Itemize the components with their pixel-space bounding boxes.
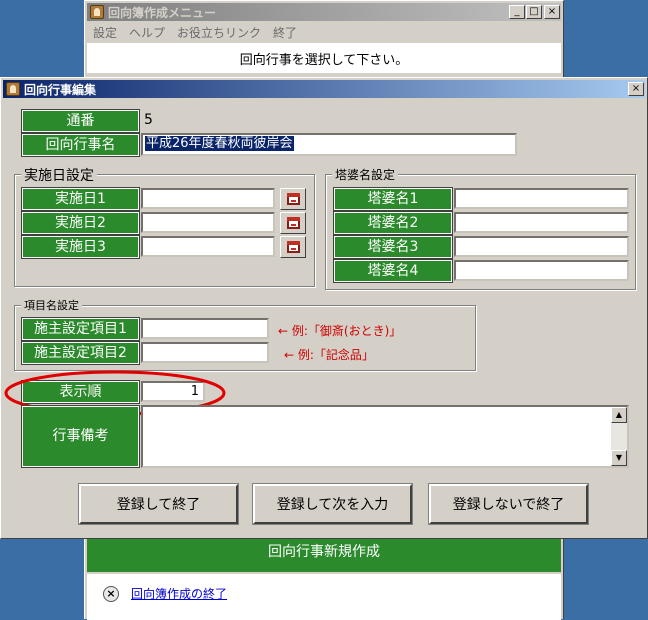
stupa2-label: 塔婆名2 <box>333 211 453 235</box>
close-circle-icon[interactable]: × <box>103 586 119 602</box>
exit-link[interactable]: 回向簿作成の終了 <box>131 585 227 602</box>
menu-exit[interactable]: 終了 <box>267 24 303 41</box>
stupa3-input[interactable] <box>454 236 629 257</box>
footer-panel: × 回向簿作成の終了 <box>87 574 561 620</box>
menu-window-title: 回向簿作成メニュー <box>108 5 217 20</box>
event-edit-dialog: 回向行事編集 × 通番 5 回向行事名 平成26年度春秋両彼岸会 実施日設定 実… <box>0 77 648 539</box>
dates-group-title: 実施日設定 <box>21 165 97 185</box>
menu-window-close-button[interactable]: × <box>544 5 560 19</box>
app-icon <box>90 5 104 19</box>
notes-textarea[interactable] <box>141 405 629 468</box>
date1-calendar-button[interactable] <box>280 188 306 210</box>
item1-example-hint: ← 例:「御斎(おとき)」 <box>278 324 402 338</box>
menu-window-titlebar[interactable]: 回向簿作成メニュー _ □ × <box>87 3 561 21</box>
notes-label: 行事備考 <box>21 405 140 468</box>
item1-input[interactable] <box>141 318 269 339</box>
items-group-title: 項目名設定 <box>21 297 82 313</box>
maximize-button[interactable]: □ <box>526 5 542 19</box>
menu-links[interactable]: お役立ちリンク <box>171 24 267 41</box>
date2-label: 実施日2 <box>21 211 140 235</box>
date2-input[interactable] <box>141 212 275 233</box>
item1-label: 施主設定項目1 <box>21 317 140 341</box>
stupa-group-title: 塔婆名設定 <box>332 166 399 183</box>
event-name-label: 回向行事名 <box>21 133 140 157</box>
app-icon <box>6 82 20 96</box>
calendar-icon <box>287 193 300 205</box>
date3-calendar-button[interactable] <box>280 236 306 258</box>
stupa1-label: 塔婆名1 <box>333 187 453 211</box>
dialog-title: 回向行事編集 <box>24 82 97 97</box>
menu-settings[interactable]: 設定 <box>87 24 123 41</box>
dialog-close-button[interactable]: × <box>628 82 644 96</box>
date3-input[interactable] <box>141 236 275 257</box>
stupa3-label: 塔婆名3 <box>333 235 453 259</box>
date2-calendar-button[interactable] <box>280 212 306 234</box>
scroll-down-icon[interactable]: ▼ <box>611 450 627 466</box>
item2-example-hint: ← 例:「記念品」 <box>284 348 374 362</box>
serial-label: 通番 <box>21 109 140 133</box>
dialog-titlebar[interactable]: 回向行事編集 × <box>3 80 645 98</box>
event-name-value: 平成26年度春秋両彼岸会 <box>145 136 294 151</box>
stupa2-input[interactable] <box>454 212 629 233</box>
stupa4-input[interactable] <box>454 260 629 281</box>
date3-label: 実施日3 <box>21 235 140 259</box>
calendar-icon <box>287 217 300 229</box>
serial-value: 5 <box>144 112 153 128</box>
register-next-button[interactable]: 登録して次を入力 <box>252 483 413 525</box>
calendar-icon <box>287 241 300 253</box>
stupa4-label: 塔婆名4 <box>333 259 453 283</box>
scroll-up-icon[interactable]: ▲ <box>611 407 627 423</box>
item2-label: 施主設定項目2 <box>21 341 140 365</box>
menu-help[interactable]: ヘルプ <box>123 24 171 41</box>
menubar: 設定 ヘルプ お役立ちリンク 終了 <box>87 22 561 42</box>
item2-input[interactable] <box>141 342 269 363</box>
stupa1-input[interactable] <box>454 188 629 209</box>
instruction-text: 回向行事を選択して下さい。 <box>87 43 561 73</box>
date1-label: 実施日1 <box>21 187 140 211</box>
event-name-field[interactable]: 平成26年度春秋両彼岸会 <box>141 133 517 156</box>
minimize-button[interactable]: _ <box>509 5 525 19</box>
notes-scrollbar[interactable]: ▲ ▼ <box>611 407 627 466</box>
date1-input[interactable] <box>141 188 275 209</box>
register-exit-button[interactable]: 登録して終了 <box>78 483 239 525</box>
exit-no-register-button[interactable]: 登録しないで終了 <box>428 483 589 525</box>
